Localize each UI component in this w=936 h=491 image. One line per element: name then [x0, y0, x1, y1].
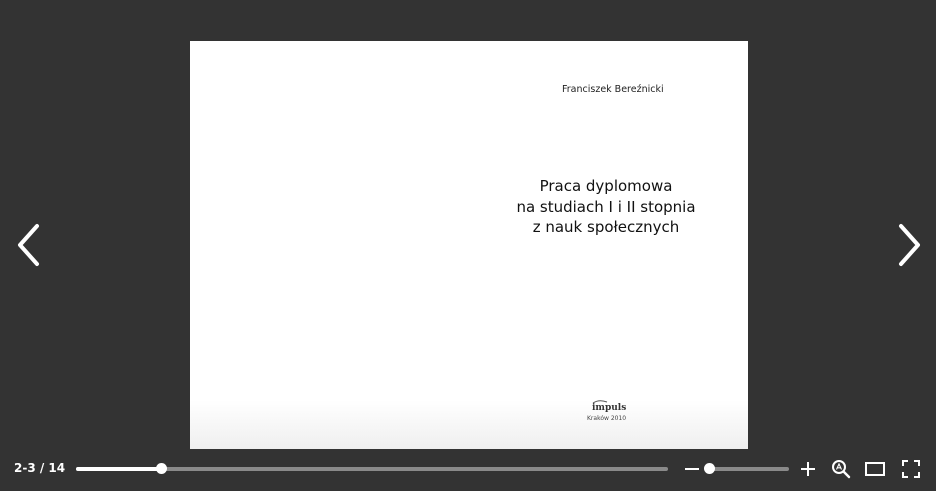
- minus-icon: [685, 468, 699, 470]
- chevron-right-icon: [899, 224, 920, 266]
- fullscreen-button[interactable]: [900, 458, 922, 480]
- zoom-handle[interactable]: [704, 463, 716, 474]
- zoom-in-button[interactable]: [797, 458, 819, 480]
- bottom-toolbar: 2-3 / 14: [0, 455, 936, 483]
- search-icon: [832, 460, 851, 479]
- fullscreen-icon: [902, 460, 920, 478]
- zoom-out-button[interactable]: [681, 458, 703, 480]
- page-progress-slider[interactable]: [76, 463, 668, 474]
- zoom-slider[interactable]: [704, 463, 789, 474]
- single-page-view-button[interactable]: [864, 458, 886, 480]
- title-line: na studiach I i II stopnia: [516, 197, 696, 216]
- page-counter: 2-3 / 14: [14, 461, 66, 475]
- plus-icon: [801, 462, 815, 476]
- progress-handle[interactable]: [155, 463, 167, 474]
- next-page-button[interactable]: [890, 218, 930, 272]
- book-title: Praca dyplomowa na studiach I i II stopn…: [490, 176, 722, 238]
- author-name: Franciszek Bereźnicki: [562, 84, 664, 95]
- flipbook-viewer: Franciszek Bereźnicki Praca dyplomowa na…: [0, 0, 936, 491]
- single-page-icon: [865, 462, 885, 476]
- search-button[interactable]: [830, 458, 852, 480]
- place-year: Kraków 2010: [587, 415, 627, 422]
- page-spread[interactable]: Franciszek Bereźnicki Praca dyplomowa na…: [190, 41, 748, 449]
- publisher-name: impuls: [592, 403, 627, 413]
- previous-page-button[interactable]: [8, 218, 48, 272]
- title-line: Praca dyplomowa: [539, 177, 673, 195]
- progress-fill: [76, 467, 161, 471]
- title-line: z nauk społecznych: [532, 218, 680, 236]
- chevron-left-icon: [18, 224, 39, 266]
